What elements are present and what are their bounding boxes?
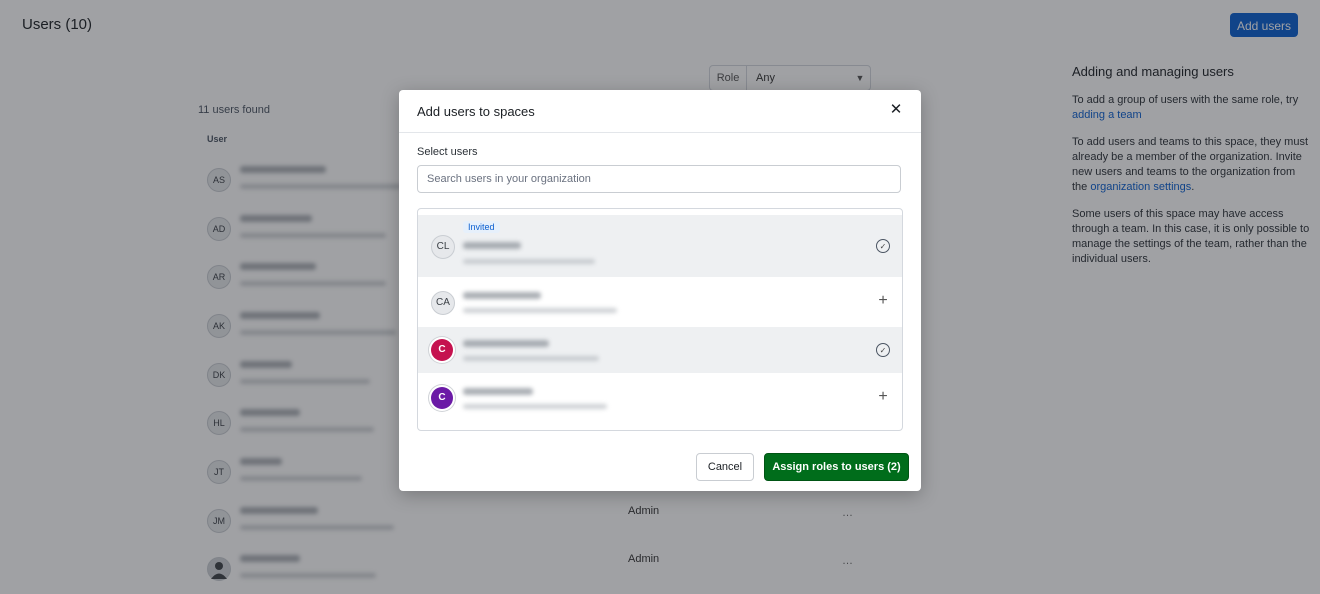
- user-select-list: CL Invited ✓ CA + C ✓ C +: [417, 208, 903, 431]
- cancel-button[interactable]: Cancel: [696, 453, 754, 481]
- modal-header: Add users to spaces ✕: [399, 90, 921, 133]
- plus-icon[interactable]: +: [876, 389, 890, 405]
- avatar: C: [431, 387, 453, 409]
- avatar: CA: [431, 291, 455, 315]
- check-circle-icon[interactable]: ✓: [876, 239, 890, 253]
- add-users-to-spaces-dialog: Add users to spaces ✕ Select users CL In…: [399, 90, 921, 491]
- avatar: CL: [431, 235, 455, 259]
- user-email-redacted: [463, 259, 595, 264]
- list-item[interactable]: CL Invited ✓: [418, 215, 902, 277]
- assign-roles-button[interactable]: Assign roles to users (2): [764, 453, 909, 481]
- list-item[interactable]: CA +: [418, 279, 902, 325]
- user-name-redacted: [463, 242, 521, 249]
- user-email-redacted: [463, 308, 617, 313]
- user-name-redacted: [463, 340, 549, 347]
- invited-badge: Invited: [463, 221, 500, 233]
- user-name-redacted: [463, 388, 533, 395]
- check-circle-icon[interactable]: ✓: [876, 343, 890, 357]
- plus-icon[interactable]: +: [876, 293, 890, 309]
- avatar: C: [431, 339, 453, 361]
- modal-title: Add users to spaces: [417, 104, 535, 119]
- user-email-redacted: [463, 404, 607, 409]
- user-email-redacted: [463, 356, 599, 361]
- list-item[interactable]: C ✓: [418, 327, 902, 373]
- search-users-input[interactable]: [417, 165, 901, 193]
- select-users-label: Select users: [417, 146, 478, 158]
- list-item[interactable]: C +: [418, 375, 902, 421]
- user-name-redacted: [463, 292, 541, 299]
- close-icon[interactable]: ✕: [887, 101, 905, 119]
